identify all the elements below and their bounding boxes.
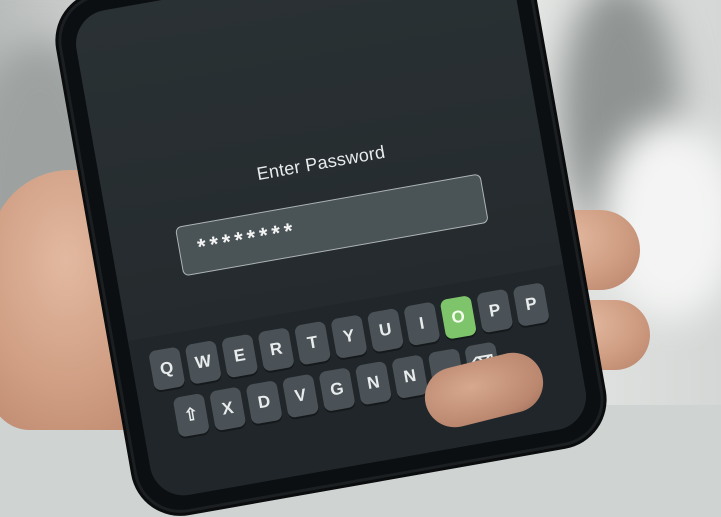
key-g[interactable]: G bbox=[318, 367, 356, 412]
key-v[interactable]: V bbox=[281, 373, 320, 419]
phone-container: Enter Password ******** QWERTYUIOPP ⇧ X D V… bbox=[0, 0, 721, 517]
key-shift[interactable]: ⇧ bbox=[172, 392, 211, 438]
password-value: ******** bbox=[195, 217, 299, 260]
key-o[interactable]: O bbox=[439, 294, 478, 340]
key-t[interactable]: T bbox=[293, 320, 332, 366]
smartphone: Enter Password ******** QWERTYUIOPP ⇧ X D V… bbox=[54, 0, 608, 517]
key-u[interactable]: U bbox=[366, 307, 405, 353]
phone-screen: Enter Password ******** QWERTYUIOPP ⇧ X D V… bbox=[70, 0, 592, 501]
key-q[interactable]: Q bbox=[148, 346, 186, 392]
key-n[interactable]: N bbox=[391, 354, 429, 400]
key-e[interactable]: E bbox=[220, 333, 259, 379]
key-p[interactable]: P bbox=[512, 282, 550, 327]
key-r[interactable]: R bbox=[257, 327, 295, 372]
key-d[interactable]: D bbox=[245, 379, 283, 425]
key-w[interactable]: W bbox=[184, 339, 223, 385]
key-y[interactable]: Y bbox=[330, 314, 368, 360]
key-p[interactable]: P bbox=[476, 288, 514, 334]
key-n[interactable]: N bbox=[354, 360, 393, 406]
key-i[interactable]: I bbox=[403, 301, 441, 347]
key-x[interactable]: X bbox=[208, 386, 247, 432]
